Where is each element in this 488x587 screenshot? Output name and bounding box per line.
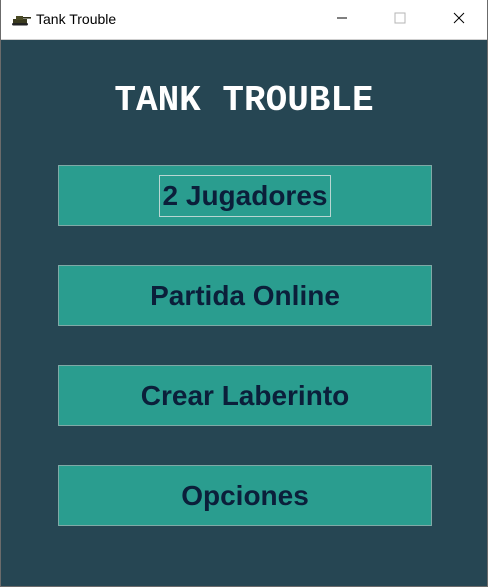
window-title: Tank Trouble bbox=[36, 11, 117, 27]
game-title: TANK TROUBLE bbox=[114, 80, 374, 121]
tank-icon bbox=[11, 13, 31, 27]
create-maze-label: Crear Laberinto bbox=[140, 379, 350, 411]
close-button[interactable] bbox=[436, 0, 482, 39]
title-bar[interactable]: Tank Trouble bbox=[1, 0, 487, 40]
maximize-button[interactable] bbox=[377, 0, 423, 39]
minimize-button[interactable] bbox=[319, 0, 365, 39]
online-match-button[interactable]: Partida Online bbox=[58, 265, 432, 326]
create-maze-button[interactable]: Crear Laberinto bbox=[58, 365, 432, 426]
two-players-label: 2 Jugadores bbox=[158, 174, 332, 217]
minimize-icon bbox=[336, 11, 348, 29]
maximize-icon bbox=[394, 11, 406, 29]
online-match-label: Partida Online bbox=[150, 279, 340, 311]
close-icon bbox=[453, 11, 465, 29]
options-label: Opciones bbox=[181, 479, 309, 511]
options-button[interactable]: Opciones bbox=[58, 465, 432, 526]
app-window: Tank Trouble TANK TROUBLE 2 Jugadores Pa… bbox=[0, 0, 488, 587]
two-players-button[interactable]: 2 Jugadores bbox=[58, 165, 432, 226]
